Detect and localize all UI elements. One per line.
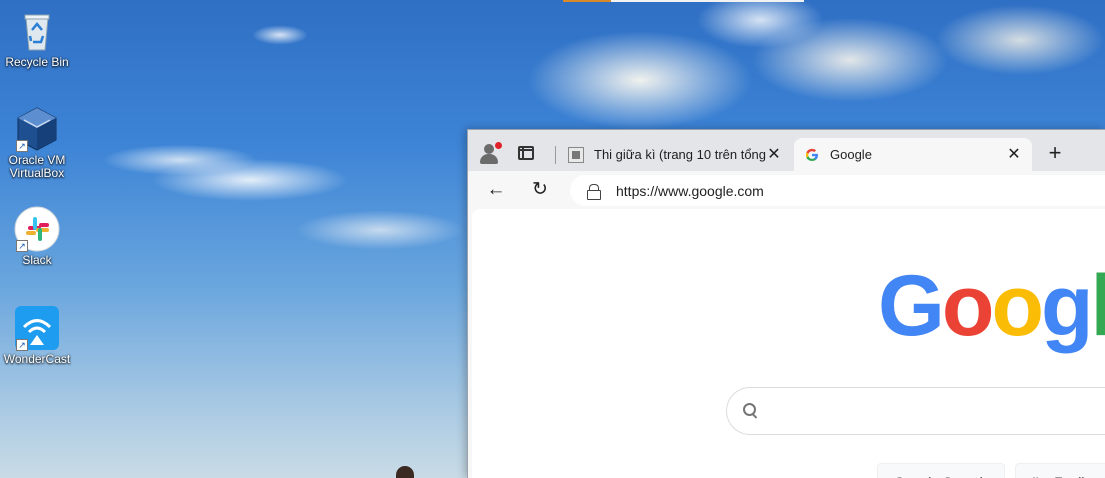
shortcut-arrow-icon: ↗: [16, 339, 28, 351]
google-logo: Googl: [878, 261, 1105, 351]
desktop-icon-label: Oracle VM VirtualBox: [8, 153, 66, 180]
tab-strip: Thi giữa kì (trang 10 trên tổng số ✕ Goo…: [468, 130, 1105, 171]
desktop-icon-label: Recycle Bin: [5, 55, 69, 69]
desktop-icon-recycle-bin[interactable]: Recycle Bin: [0, 8, 74, 69]
google-favicon-icon: [804, 147, 820, 163]
page-content: Googl Google Search I'm Feeling Lucky: [472, 209, 1105, 478]
desktop-icon-label: WonderCast: [3, 352, 71, 366]
shortcut-arrow-icon: ↗: [16, 240, 28, 252]
desktop-icon-wondercast[interactable]: ↗ WonderCast: [0, 305, 74, 366]
reload-button[interactable]: ↻: [528, 178, 552, 202]
search-icon: [743, 403, 759, 419]
lock-icon[interactable]: [587, 183, 601, 200]
logo-letter: G: [878, 258, 945, 354]
taskbar-window-sliver: [563, 0, 611, 2]
url-text[interactable]: https://www.google.com: [616, 183, 764, 199]
logo-letter: l: [1090, 258, 1105, 354]
window-edge-sliver: [611, 0, 804, 2]
virtualbox-icon: ↗: [14, 106, 60, 152]
logo-letter: g: [1041, 258, 1094, 354]
notification-dot-icon: [495, 142, 502, 149]
new-tab-button[interactable]: +: [1044, 142, 1066, 164]
browser-toolbar: ← ↻ https://www.google.com: [468, 171, 1105, 209]
tab-google[interactable]: Google ✕: [794, 138, 1032, 171]
document-favicon-icon: [568, 146, 584, 163]
tab-actions-menu-button[interactable]: [518, 146, 534, 160]
shortcut-arrow-icon: ↗: [16, 140, 28, 152]
tab-title: Google: [830, 147, 872, 162]
desktop-icon-virtualbox[interactable]: ↗ Oracle VM VirtualBox: [0, 106, 74, 180]
google-search-button[interactable]: Google Search: [877, 463, 1005, 478]
tab-document[interactable]: Thi giữa kì (trang 10 trên tổng số ✕: [558, 138, 792, 171]
close-tab-button[interactable]: ✕: [766, 146, 782, 163]
wallpaper-figure: [396, 466, 414, 478]
recycle-bin-icon: [14, 8, 60, 54]
back-button[interactable]: ←: [484, 178, 508, 202]
browser-window[interactable]: Thi giữa kì (trang 10 trên tổng số ✕ Goo…: [467, 129, 1105, 478]
desktop-icon-label: Slack: [22, 253, 52, 267]
search-input[interactable]: [726, 387, 1105, 435]
tab-separator: [555, 146, 556, 164]
desktop-icon-slack[interactable]: ↗ Slack: [0, 206, 74, 267]
logo-letter: o: [991, 258, 1044, 354]
logo-letter: o: [941, 258, 995, 354]
feeling-lucky-button[interactable]: I'm Feeling Lucky: [1015, 463, 1105, 478]
wondercast-icon: ↗: [14, 305, 60, 351]
tab-title: Thi giữa kì (trang 10 trên tổng số: [594, 147, 766, 162]
close-tab-button[interactable]: ✕: [1006, 146, 1022, 163]
profile-button[interactable]: [476, 140, 504, 168]
address-bar[interactable]: https://www.google.com: [570, 175, 1105, 206]
slack-icon: ↗: [14, 206, 60, 252]
